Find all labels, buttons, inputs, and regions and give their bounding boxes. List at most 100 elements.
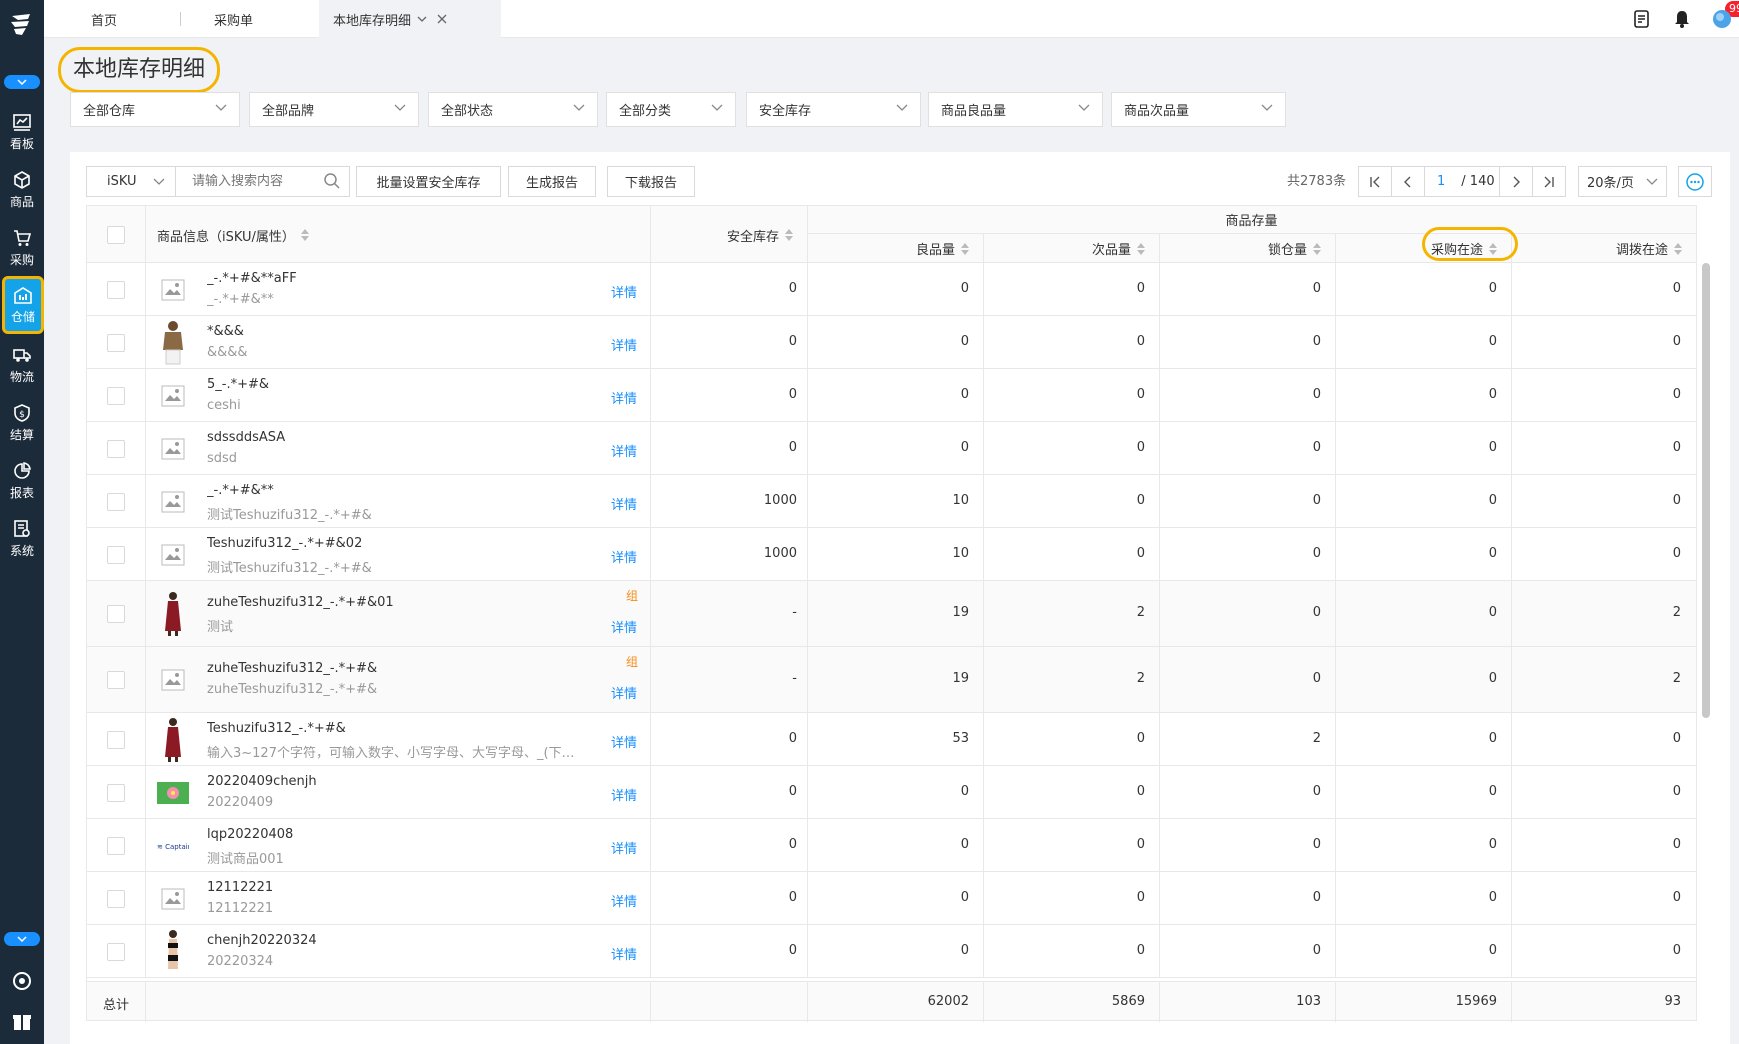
sidebar-item-system[interactable]: 系统 xyxy=(0,510,44,568)
user-avatar[interactable] xyxy=(1710,7,1734,31)
sidebar-item-product[interactable]: 商品 xyxy=(0,161,44,219)
gift-icon xyxy=(13,1015,31,1030)
filter-defective-quantity[interactable]: 商品次品量 xyxy=(1111,92,1286,127)
detail-link[interactable]: 详情 xyxy=(611,891,637,910)
sidebar-item-report[interactable]: 报表 xyxy=(0,452,44,510)
generate-report-button[interactable]: 生成报告 xyxy=(508,166,596,197)
row-checkbox[interactable] xyxy=(107,439,125,458)
detail-link[interactable]: 详情 xyxy=(611,282,637,301)
clipboard-icon xyxy=(1634,10,1649,28)
row-checkbox[interactable] xyxy=(107,280,125,299)
select-all-checkbox[interactable] xyxy=(107,226,125,244)
detail-link[interactable]: 详情 xyxy=(611,441,637,460)
sort-icon[interactable] xyxy=(1137,242,1145,255)
cell-purchase-transit: 0 xyxy=(1488,386,1497,402)
task-list-button[interactable] xyxy=(1630,7,1654,31)
gift-button[interactable] xyxy=(11,1010,33,1032)
detail-link[interactable]: 详情 xyxy=(611,732,637,751)
prev-page-button[interactable] xyxy=(1391,166,1425,197)
row-checkbox[interactable] xyxy=(107,333,125,352)
chevron-down-icon[interactable] xyxy=(417,16,427,22)
filter-category[interactable]: 全部分类 xyxy=(606,92,736,127)
filter-brand[interactable]: 全部品牌 xyxy=(249,92,419,127)
sort-icon[interactable] xyxy=(785,229,793,241)
filter-warehouse[interactable]: 全部仓库 xyxy=(70,92,240,127)
search-icon[interactable] xyxy=(323,172,341,190)
headset-icon xyxy=(13,972,31,990)
cell-defective: 0 xyxy=(1136,730,1145,746)
cell-transfer-transit: 0 xyxy=(1672,889,1681,905)
row-checkbox[interactable] xyxy=(107,671,125,689)
batch-set-safety-stock-button[interactable]: 批量设置安全库存 xyxy=(356,166,501,197)
filter-safety-stock[interactable]: 安全库存 xyxy=(746,92,921,127)
column-settings-button[interactable] xyxy=(1678,166,1712,197)
detail-link[interactable]: 详情 xyxy=(611,785,637,804)
cell-good: 10 xyxy=(952,492,969,508)
table-scrollbar[interactable] xyxy=(1702,263,1710,718)
sidebar-item-purchase[interactable]: 采购 xyxy=(0,219,44,277)
cell-defective: 0 xyxy=(1136,492,1145,508)
filter-label: 全部仓库 xyxy=(83,104,136,119)
tab-home[interactable]: 首页 xyxy=(91,0,117,38)
more-settings-icon xyxy=(1686,172,1704,191)
sidebar-item-label: 系统 xyxy=(9,544,34,558)
last-page-button[interactable] xyxy=(1532,166,1566,197)
tab-purchase-order[interactable]: 采购单 xyxy=(214,0,253,38)
row-checkbox[interactable] xyxy=(107,545,125,564)
tab-local-stock-detail[interactable]: 本地库存明细 xyxy=(319,0,501,38)
product-thumbnail xyxy=(157,929,189,969)
sidebar-item-settlement[interactable]: $ 结算 xyxy=(0,394,44,452)
current-page-input[interactable]: 1 xyxy=(1437,174,1445,189)
row-checkbox[interactable] xyxy=(107,889,125,908)
row-checkbox[interactable] xyxy=(107,730,125,749)
cell-safety-stock: 0 xyxy=(788,386,797,402)
row-checkbox[interactable] xyxy=(107,386,125,405)
collapse-top-button[interactable] xyxy=(4,75,40,89)
detail-link[interactable]: 详情 xyxy=(611,944,637,963)
product-name: zuheTeshuzifu312_-.*+#& xyxy=(207,661,378,676)
row-checkbox[interactable] xyxy=(107,492,125,511)
filter-good-quantity[interactable]: 商品良品量 xyxy=(928,92,1103,127)
search-field-select[interactable]: iSKU xyxy=(86,166,176,197)
detail-link[interactable]: 详情 xyxy=(611,335,637,354)
table-row: Teshuzifu312_-.*+#&02 测试Teshuzifu312_-.*+… xyxy=(87,528,1696,581)
sort-icon[interactable] xyxy=(961,242,969,255)
system-icon xyxy=(14,520,30,537)
sort-icon[interactable] xyxy=(1674,242,1682,255)
svg-text:$: $ xyxy=(19,410,25,420)
filter-status[interactable]: 全部状态 xyxy=(428,92,598,127)
sidebar-item-dashboard[interactable]: 看板 xyxy=(0,103,44,161)
row-checkbox[interactable] xyxy=(107,836,125,855)
sort-icon[interactable] xyxy=(300,229,309,241)
detail-link[interactable]: 详情 xyxy=(611,683,637,702)
detail-link[interactable]: 详情 xyxy=(611,838,637,857)
header-product-info[interactable]: 商品信息（iSKU/属性） xyxy=(157,206,309,264)
notification-button[interactable] xyxy=(1670,7,1694,31)
header-defective[interactable]: 次品量 xyxy=(983,233,1159,264)
header-good[interactable]: 良品量 xyxy=(807,233,983,264)
first-page-button[interactable] xyxy=(1358,166,1392,197)
detail-link[interactable]: 详情 xyxy=(611,388,637,407)
detail-link[interactable]: 详情 xyxy=(611,494,637,513)
row-checkbox[interactable] xyxy=(107,783,125,802)
download-report-button[interactable]: 下载报告 xyxy=(607,166,695,197)
collapse-bottom-button[interactable] xyxy=(4,932,40,946)
sidebar-item-warehouse[interactable]: 仓储 xyxy=(2,276,44,334)
page-indicator: 1 / 140 xyxy=(1424,166,1500,197)
table-footer-total: 总计 62002 5869 103 15969 93 xyxy=(86,981,1697,1022)
detail-link[interactable]: 详情 xyxy=(611,617,637,636)
sort-icon[interactable] xyxy=(1313,242,1321,255)
header-locked[interactable]: 锁仓量 xyxy=(1159,233,1335,264)
detail-link[interactable]: 详情 xyxy=(611,547,637,566)
row-checkbox[interactable] xyxy=(107,605,125,623)
support-button[interactable] xyxy=(11,970,33,992)
row-checkbox[interactable] xyxy=(107,942,125,961)
app-logo[interactable] xyxy=(6,8,38,40)
sidebar-item-logistics[interactable]: 物流 xyxy=(0,336,44,394)
cell-purchase-transit: 0 xyxy=(1488,439,1497,455)
close-icon[interactable] xyxy=(437,14,447,24)
page-size-select[interactable]: 20条/页 xyxy=(1578,166,1667,197)
header-transfer-transit[interactable]: 调拨在途 xyxy=(1511,233,1696,264)
header-safety-stock[interactable]: 安全库存 xyxy=(650,206,807,264)
next-page-button[interactable] xyxy=(1499,166,1533,197)
